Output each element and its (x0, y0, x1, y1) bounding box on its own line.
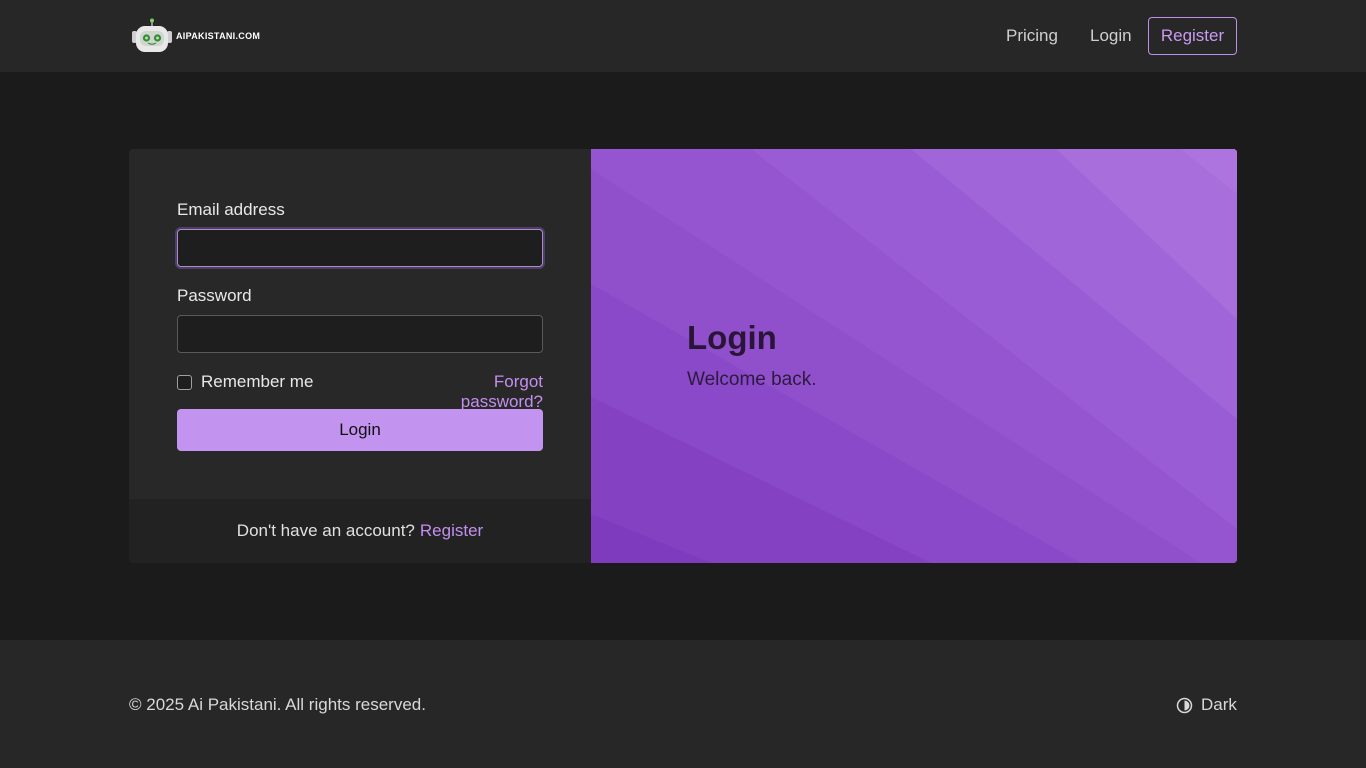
theme-toggle[interactable]: Dark (1176, 695, 1237, 715)
hero-subtitle: Welcome back. (687, 369, 817, 390)
password-label: Password (177, 286, 252, 305)
login-button[interactable]: Login (177, 409, 543, 451)
nav-login-link[interactable]: Login (1090, 26, 1132, 46)
login-card: Email address Password Remember me Forgo… (129, 149, 1237, 563)
nav-register-button[interactable]: Register (1148, 17, 1237, 55)
remember-me-label: Remember me (201, 372, 314, 391)
copyright-text: © 2025 Ai Pakistani. All rights reserved… (129, 695, 426, 714)
robot-icon (132, 18, 172, 52)
hero-title: Login (687, 319, 777, 356)
hero-panel: Login Welcome back. (591, 149, 1237, 563)
forgot-password-link[interactable]: Forgot password? (407, 372, 543, 412)
contrast-icon (1176, 697, 1193, 713)
remember-me-checkbox[interactable] (177, 374, 192, 390)
login-form-panel: Email address Password Remember me Forgo… (129, 149, 591, 563)
logo-text: AIPAKISTANI.COM (176, 31, 261, 41)
password-input[interactable] (177, 315, 543, 353)
register-link[interactable]: Register (420, 521, 483, 541)
register-prompt-text: Don't have an account? (236, 521, 415, 540)
logo[interactable]: AIPAKISTANI.COM (131, 18, 260, 54)
theme-toggle-label: Dark (1201, 695, 1237, 714)
email-label: Email address (177, 200, 285, 219)
email-input[interactable] (177, 229, 543, 267)
remember-me[interactable]: Remember me (177, 372, 313, 392)
nav-pricing-link[interactable]: Pricing (1006, 26, 1058, 46)
navbar: AIPAKISTANI.COM Pricing Login Register (0, 0, 1366, 72)
page-footer: © 2025 Ai Pakistani. All rights reserved… (0, 640, 1366, 768)
register-prompt: Don't have an account? Register (129, 499, 591, 563)
